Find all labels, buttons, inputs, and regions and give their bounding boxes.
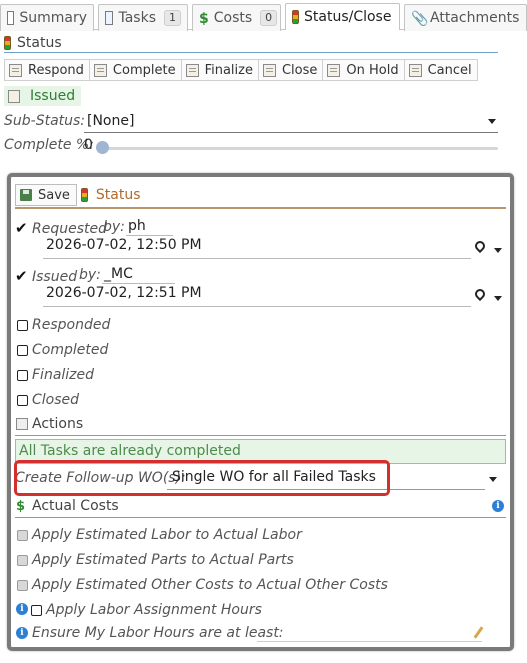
issued-icon [8,89,20,103]
on-hold-icon [327,63,341,77]
apply-parts-checkbox[interactable] [17,555,28,566]
followup-select[interactable]: Single WO for all Failed Tasks [167,466,485,490]
apply-labor-label: Apply Estimated Labor to Actual Labor [32,527,302,543]
paperclip-icon: 📎 [411,11,429,27]
sub-status-label: Sub-Status: [4,113,86,129]
finalize-icon [185,63,199,77]
issued-by-label: by: [79,267,101,283]
apply-parts-label: Apply Estimated Parts to Actual Parts [32,552,294,568]
tab-attachments[interactable]: 📎 Attachments [404,4,527,31]
close-button[interactable]: Close [257,59,324,81]
issued-check-icon: ✔ [15,267,28,285]
traffic-light-icon [292,10,299,24]
apply-labor-checkbox[interactable] [17,530,28,541]
status-action-toolbar: Respond Complete Finalize Close On Hold … [4,59,478,81]
chevron-down-icon [488,119,496,124]
apply-other-costs-checkbox[interactable] [17,580,28,591]
tab-summary[interactable]: Summary [0,4,94,31]
apply-other-costs-label: Apply Estimated Other Costs to Actual Ot… [32,577,388,593]
tab-status-close[interactable]: Status/Close [285,3,400,30]
followup-row: Create Follow-up WO(s): Single WO for al… [15,466,506,490]
complete-icon [93,63,107,77]
sub-status-row: Sub-Status: [None] [4,111,498,133]
on-hold-button[interactable]: On Hold [322,59,405,81]
tasks-count-badge: 1 [164,10,181,26]
requested-datetime-field[interactable]: 2026-07-02, 12:50 PM [43,237,471,259]
complete-percent-row: Complete %: 0 [4,137,498,157]
info-icon[interactable]: i [492,500,504,512]
cancel-button[interactable]: Cancel [403,59,478,81]
pencil-icon[interactable] [473,626,484,639]
status-section-header: Status [4,33,498,53]
actions-divider [15,435,506,436]
costs-count-badge: 0 [260,10,278,26]
traffic-light-icon [80,188,88,202]
issued-datetime-field[interactable]: 2026-07-02, 12:51 PM [43,285,471,307]
ensure-hours-label: Ensure My Labor Hours are at least: [32,625,284,641]
slider-handle[interactable] [96,141,109,154]
right-edge-strip [520,30,527,663]
complete-percent-value: 0 [84,137,93,153]
info-icon[interactable]: i [16,627,28,639]
cancel-icon [408,63,422,77]
tab-costs[interactable]: $ Costs 0 [192,4,281,31]
completed-checkbox[interactable] [17,345,28,356]
respond-icon [9,63,22,77]
chevron-down-icon[interactable] [494,248,502,253]
finalized-label: Finalized [32,367,95,383]
dollar-icon: $ [16,499,26,514]
requested-label: Requested [32,221,107,237]
closed-label: Closed [32,392,80,408]
dialog-title: Status [80,187,141,203]
actual-costs-section-label: Actual Costs [32,498,119,514]
labor-assignment-checkbox[interactable] [31,605,42,616]
ensure-hours-input[interactable] [257,641,482,642]
location-pin-icon[interactable] [472,286,488,302]
respond-button[interactable]: Respond [4,59,90,81]
closed-checkbox[interactable] [17,395,28,406]
floppy-icon [20,189,32,201]
tasks-icon [105,11,114,25]
finalized-checkbox[interactable] [17,370,28,381]
followup-label: Create Follow-up WO(s): [15,470,186,486]
labor-assignment-label: Apply Labor Assignment Hours [46,602,262,618]
requested-by-label: by: [103,219,125,235]
tab-tasks[interactable]: Tasks 1 [98,4,188,31]
actions-icon [16,418,28,430]
responded-label: Responded [32,317,111,333]
issued-by-value: _MC [102,266,175,284]
location-pin-icon[interactable] [472,238,488,254]
status-dialog: Save Status ✔ Requested by: ph 2026-07-0… [7,173,514,651]
chevron-down-icon[interactable] [489,477,497,482]
summary-icon [7,11,15,25]
issued-label: Issued [32,269,78,285]
actions-section-label: Actions [32,416,84,432]
chevron-down-icon[interactable] [494,296,502,301]
requested-check-icon: ✔ [15,219,28,237]
tasks-completed-notice: All Tasks are already completed [15,439,506,464]
actual-costs-divider [15,517,506,518]
dialog-header: Save Status [15,183,506,209]
traffic-light-icon [4,35,11,50]
finalize-button[interactable]: Finalize [180,59,259,81]
dollar-icon: $ [199,11,209,27]
responded-checkbox[interactable] [17,320,28,331]
info-icon[interactable]: i [16,603,28,615]
status-badge: Issued [4,86,82,106]
tab-bar: Summary Tasks 1 $ Costs 0 Status/Close 📎… [0,0,527,31]
save-button[interactable]: Save [15,184,77,206]
complete-percent-slider[interactable] [100,147,498,150]
close-icon [262,63,276,77]
sub-status-select[interactable]: [None] [84,113,498,133]
complete-percent-label: Complete %: [4,137,94,153]
completed-label: Completed [32,342,109,358]
complete-button[interactable]: Complete [88,59,182,81]
requested-by-value: ph [126,218,173,236]
